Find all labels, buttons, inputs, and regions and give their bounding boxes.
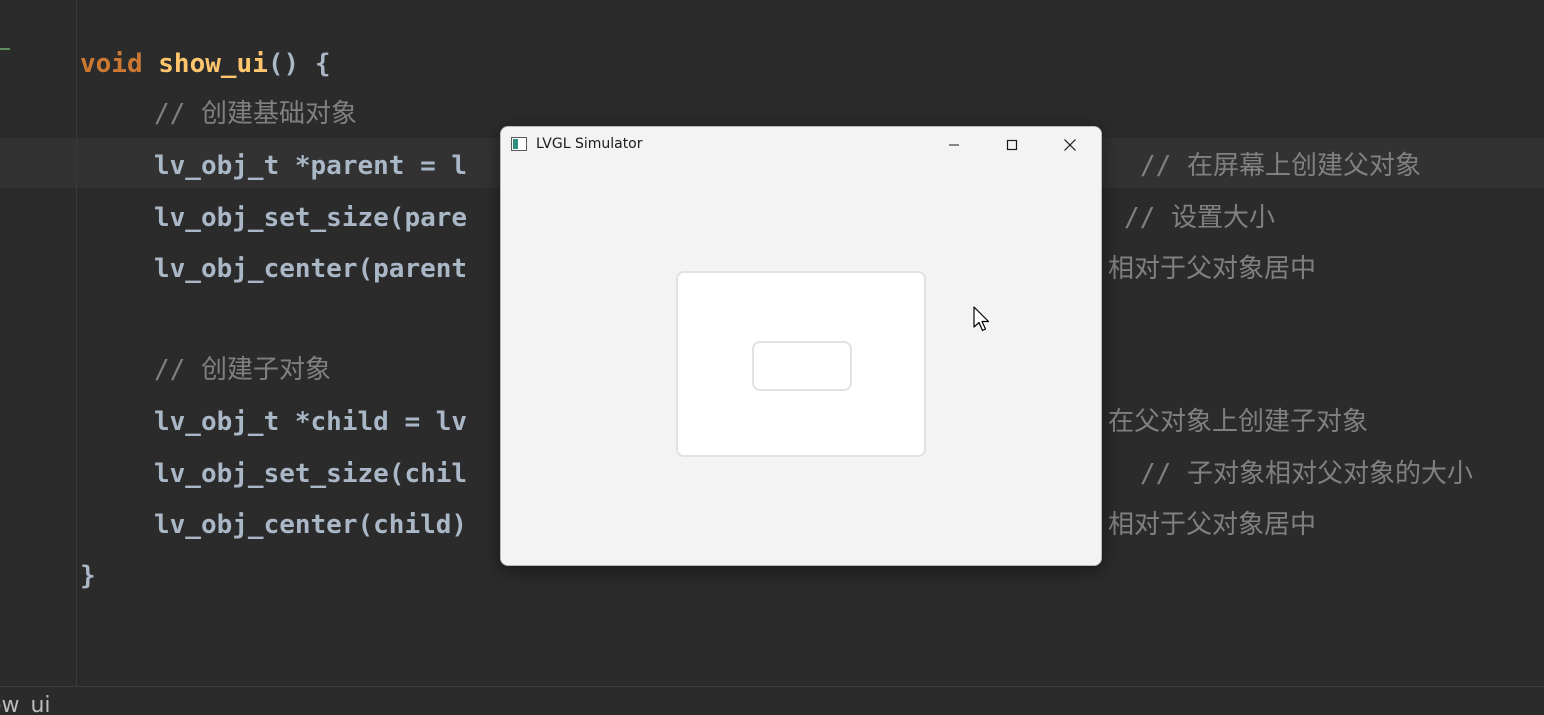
- code-line-1[interactable]: void show_ui() {: [80, 48, 330, 80]
- code-line-10[interactable]: lv_obj_center(child): [154, 509, 467, 541]
- code-line-8-comment: 在父对象上创建子对象: [1108, 407, 1369, 437]
- code-line-4-comment: // 设置大小: [1124, 203, 1275, 233]
- keyword-void: void: [80, 49, 143, 79]
- minimize-button[interactable]: [925, 127, 983, 163]
- code-line-3[interactable]: lv_obj_t *parent = l: [154, 150, 467, 182]
- code-line-10-comment: 相对于父对象居中: [1108, 510, 1317, 540]
- code-rest: () {: [267, 49, 331, 79]
- code-line-7-comment[interactable]: // 创建子对象: [154, 354, 331, 386]
- app-icon: [511, 137, 527, 151]
- mouse-cursor-icon: [973, 306, 990, 332]
- simulator-screen[interactable]: [501, 163, 1101, 565]
- window-title: LVGL Simulator: [536, 136, 643, 152]
- code-line-4[interactable]: lv_obj_set_size(pare: [154, 202, 467, 234]
- code-line-2-comment[interactable]: // 创建基础对象: [154, 98, 357, 130]
- child-object[interactable]: [752, 341, 852, 391]
- change-marker: [0, 48, 10, 50]
- function-name: show_ui: [158, 49, 268, 79]
- code-line-5-comment: 相对于父对象居中: [1108, 254, 1317, 284]
- code-line-9-comment: // 子对象相对父对象的大小: [1140, 459, 1473, 489]
- window-titlebar[interactable]: LVGL Simulator: [501, 127, 1101, 163]
- maximize-button[interactable]: [983, 127, 1041, 163]
- parent-object[interactable]: [676, 271, 926, 457]
- code-line-11[interactable]: }: [80, 560, 96, 592]
- code-line-9[interactable]: lv_obj_set_size(chil: [154, 458, 467, 490]
- breadcrumb-function[interactable]: ow_ui: [0, 693, 51, 715]
- code-line-3-comment: // 在屏幕上创建父对象: [1140, 151, 1421, 181]
- editor-breadcrumb-bar: ow_ui: [0, 686, 1544, 715]
- code-line-5[interactable]: lv_obj_center(parent: [154, 253, 467, 285]
- close-button[interactable]: [1041, 127, 1099, 163]
- code-line-8[interactable]: lv_obj_t *child = lv: [154, 406, 467, 438]
- gutter-divider: [76, 0, 77, 686]
- maximize-icon: [1006, 139, 1018, 151]
- lvgl-simulator-window[interactable]: LVGL Simulator: [500, 126, 1102, 566]
- close-icon: [1064, 139, 1076, 151]
- minimize-icon: [949, 144, 959, 146]
